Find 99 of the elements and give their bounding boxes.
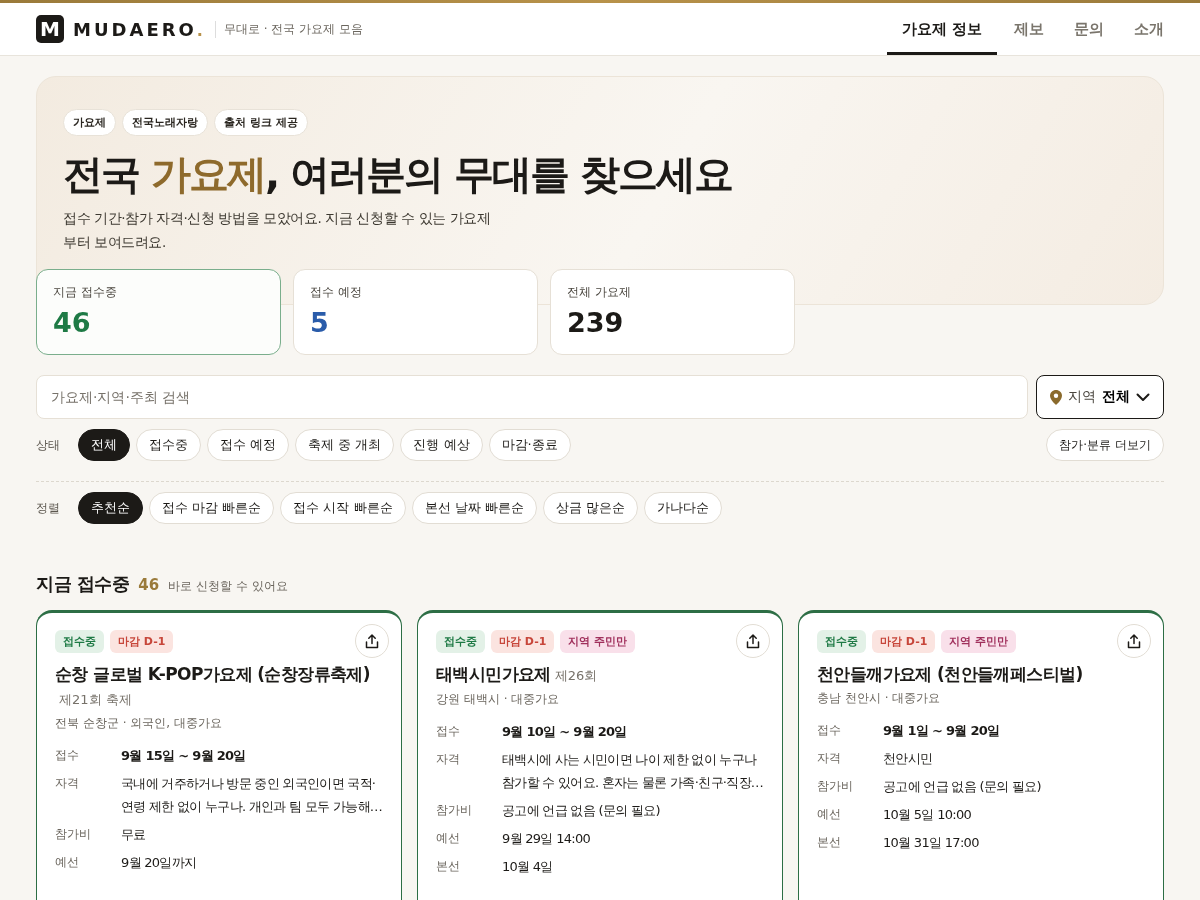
field-value: 공고에 언급 없음 (문의 필요) [883,778,1042,796]
field-value: 태백시에 사는 시민이면 나이 제한 없이 누구나 참가할 수 있어요. 혼자는 물론 가족·친구·직장… [502,751,765,792]
edition-label: 제21회 축제 [59,692,132,707]
stat-value: 46 [53,307,92,338]
status-tag: 마감 D-1 [872,629,936,653]
festival-card[interactable]: 접수중 마감 D-1 지역 주민만 천안들깨가요제 (천안들깨페스티벌) 충남 천안시 · 대중가요 접수 9월 1일 ~ 9월 20일 자격 천안시민 참가비 공고에 언급 없음 (문의 필요) 예선 10월 5일 10:00 본선 10월 31일 17:00 [798,610,1164,900]
filter-chip[interactable]: 추천순 [78,492,143,524]
filter-chip[interactable]: 접수 시작 빠른순 [280,492,406,524]
filter-label: 상태 [36,436,61,454]
stat-label: 접수 예정 [310,284,363,301]
status-tag: 접수중 [55,629,104,653]
field-label: 접수 [55,747,80,764]
field-value: 9월 15일 ~ 9월 20일 [121,747,247,765]
filter-chip[interactable]: 상금 많은순 [542,492,638,524]
field-label: 참가비 [55,826,92,843]
nav-tab[interactable]: 가요제 정보 [886,3,997,55]
share-button[interactable] [736,624,770,658]
hero-description: 접수 기간·참가 자격·신청 방법을 모았어요. 지금 신청할 수 있는 가요제부터 보여드려요. [63,209,492,252]
filter-chip[interactable]: 전체 [78,429,130,461]
field-label: 참가비 [817,778,854,795]
share-button[interactable] [355,624,389,658]
festival-card[interactable]: 접수중 마감 D-1 순창 글로벌 K-POP가요제 (순창장류축제) 제21회 축제 전북 순창군 · 외국인, 대중가요 접수 9월 15일 ~ 9월 20일 자격 국내에 거주하거나 방문 중인 외국인이면 국적·연령 제한 없이 누구나. 개인과 팀 모두 가능해… 참가비 무료 예선 9월 20일까지 [36,610,402,900]
status-tag: 접수중 [817,629,866,653]
search-field[interactable]: 가요제·지역·주최 검색 [36,375,1028,419]
section-count: 46 [138,576,160,594]
stat-card[interactable]: 접수 예정 5 [293,269,538,355]
share-button[interactable] [1117,624,1151,658]
more-filters-button[interactable]: 참가·분류 더보기 [1046,429,1164,461]
field-value: 9월 1일 ~ 9월 20일 [883,722,1001,740]
share-icon [1127,633,1141,649]
field-value: 10월 5일 10:00 [883,806,973,824]
nav-tab[interactable]: 제보 [999,3,1059,55]
nav-tab[interactable]: 소개 [1119,3,1164,55]
stat-label: 전체 가요제 [567,284,632,301]
festival-meta: 충남 천안시 · 대중가요 [817,690,942,707]
stat-card[interactable]: 전체 가요제 239 [550,269,795,355]
status-tag: 마감 D-1 [110,629,174,653]
field-label: 본선 [436,858,461,875]
edition-label: 제26회 [554,668,598,683]
field-value: 무료 [121,826,147,844]
stat-label: 지금 접수중 [53,284,118,301]
field-value: 9월 20일까지 [121,854,198,872]
field-value: 천안시민 [883,750,934,768]
section-title: 지금 접수중 [36,572,130,596]
filter-chip[interactable]: 가나다순 [643,492,722,524]
field-label: 접수 [436,723,461,740]
pin-icon [1050,389,1062,405]
field-label: 예선 [55,854,80,871]
share-icon [746,633,760,649]
festival-title: 순창 글로벌 K-POP가요제 (순창장류축제) [55,664,371,684]
field-label: 자격 [55,775,80,792]
stat-value: 239 [567,307,625,338]
field-label: 예선 [817,806,842,823]
section-subtitle: 바로 신청할 수 있어요 [168,578,288,595]
category-chip: 가요제 [63,109,116,136]
field-label: 본선 [817,834,842,851]
status-tag: 지역 주민만 [560,629,636,653]
field-label: 자격 [817,750,842,767]
region-label: 지역 [1068,388,1096,406]
filter-chip[interactable]: 마감·종료 [488,429,571,461]
filter-chip[interactable]: 접수중 [136,429,201,461]
filter-chip[interactable]: 접수 마감 빠른순 [149,492,275,524]
festival-meta: 전북 순창군 · 외국인, 대중가요 [55,715,223,732]
field-value: 10월 4일 [502,858,554,876]
field-value: 10월 31일 17:00 [883,834,980,852]
field-label: 자격 [436,751,461,768]
filter-chip[interactable]: 접수 예정 [207,429,290,461]
field-value: 국내에 거주하거나 방문 중인 외국인이면 국적·연령 제한 없이 누구나. 개인과 팀 모두 가능해… [121,775,384,816]
chevron-down-icon [1136,392,1150,402]
category-chip: 전국노래자랑 [122,109,208,136]
field-value: 9월 10일 ~ 9월 20일 [502,723,628,741]
filter-label: 정렬 [36,499,61,517]
region-value: 전체 [1102,388,1130,406]
tagline: 무대로 · 전국 가요제 모음 [214,20,363,38]
category-chip: 출처 링크 제공 [214,109,308,136]
brand-name[interactable]: MUDAERO [73,18,197,40]
field-label: 예선 [436,830,461,847]
filter-chip[interactable]: 축제 중 개최 [295,429,395,461]
logo-icon[interactable]: M [36,15,64,43]
hero-title: 전국 가요제, 여러분의 무대를 찾으세요 [63,152,733,196]
field-label: 접수 [817,722,842,739]
nav-tab[interactable]: 문의 [1059,3,1119,55]
field-value: 9월 29일 14:00 [502,830,592,848]
region-dropdown[interactable]: 지역 전체 [1036,375,1164,419]
stat-value: 5 [310,307,330,338]
status-tag: 접수중 [436,629,485,653]
festival-card[interactable]: 접수중 마감 D-1 지역 주민만 태백시민가요제 제26회 강원 태백시 · 대중가요 접수 9월 10일 ~ 9월 20일 자격 태백시에 사는 시민이면 나이 제한 없이 누구나 참가할 수 있어요. 혼자는 물론 가족·친구·직장… 참가비 공고에 언급 없음 (문의 필요) 예선 9월 29일 14:00 본선 10월 4일 [417,610,783,900]
status-tag: 지역 주민만 [941,629,1017,653]
field-value: 공고에 언급 없음 (문의 필요) [502,802,661,820]
brand-dot: . [196,20,203,40]
festival-title: 태백시민가요제 [436,664,551,684]
share-icon [365,633,379,649]
filter-chip[interactable]: 본선 날짜 빠른순 [411,492,537,524]
festival-title: 천안들깨가요제 (천안들깨페스티벌) [817,664,1083,684]
status-tag: 마감 D-1 [491,629,555,653]
filter-chip[interactable]: 진행 예상 [400,429,483,461]
field-label: 참가비 [436,802,473,819]
stat-card[interactable]: 지금 접수중 46 [36,269,281,355]
festival-meta: 강원 태백시 · 대중가요 [436,691,561,708]
